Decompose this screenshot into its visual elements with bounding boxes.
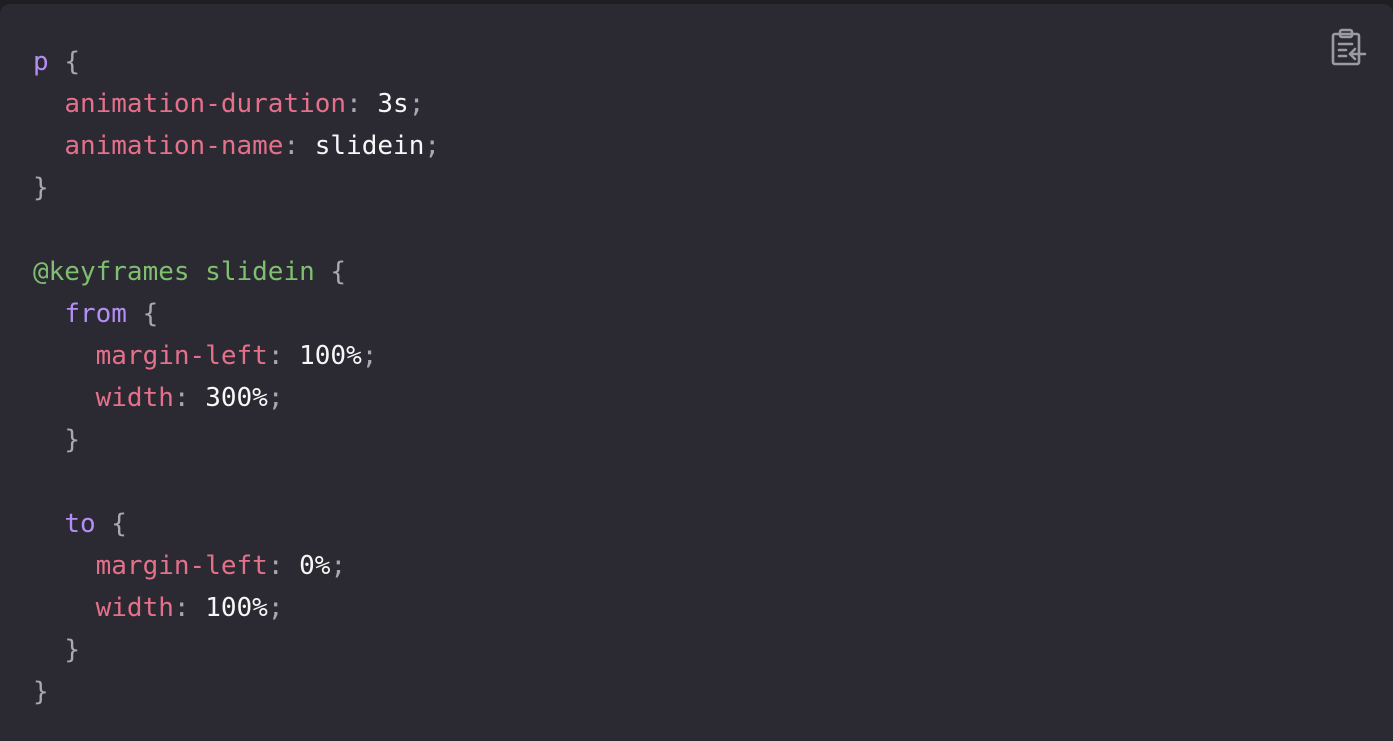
code-line: } xyxy=(33,629,440,671)
value: slidein xyxy=(314,131,425,161)
close-brace: } xyxy=(64,425,80,455)
colon: : xyxy=(267,341,284,371)
code-line: @keyframes slidein { xyxy=(33,251,440,293)
code-content: p { animation-duration: 3s; animation-na… xyxy=(33,41,440,713)
close-brace: } xyxy=(33,173,49,203)
close-brace: } xyxy=(64,635,80,665)
value: 100% xyxy=(299,341,362,371)
open-brace: { xyxy=(142,299,159,329)
copy-button[interactable] xyxy=(1327,26,1371,70)
semicolon: ; xyxy=(267,593,284,623)
code-line: animation-name: slidein; xyxy=(33,125,440,167)
selector: p xyxy=(33,47,49,77)
open-brace: { xyxy=(64,47,80,77)
code-line: margin-left: 100%; xyxy=(33,335,440,377)
semicolon: ; xyxy=(361,341,378,371)
keyframe-selector: to xyxy=(64,509,96,539)
value: 100% xyxy=(205,593,268,623)
code-line: width: 100%; xyxy=(33,587,440,629)
code-line: p { xyxy=(33,41,440,83)
code-line: from { xyxy=(33,293,440,335)
at-rule: @keyframes slidein xyxy=(33,257,315,287)
clipboard-copy-icon xyxy=(1330,28,1368,68)
code-line: } xyxy=(33,419,440,461)
close-brace: } xyxy=(33,677,49,707)
value: 3s xyxy=(377,89,409,119)
semicolon: ; xyxy=(408,89,425,119)
colon: : xyxy=(267,551,284,581)
open-brace: { xyxy=(330,257,347,287)
open-brace: { xyxy=(111,509,127,539)
code-line: } xyxy=(33,671,440,713)
semicolon: ; xyxy=(330,551,347,581)
property: width xyxy=(95,593,174,623)
property: margin-left xyxy=(95,341,268,371)
property: width xyxy=(95,383,174,413)
property: animation-name xyxy=(64,131,284,161)
code-line: animation-duration: 3s; xyxy=(33,83,440,125)
colon: : xyxy=(346,89,362,119)
semicolon: ; xyxy=(267,383,284,413)
colon: : xyxy=(173,593,190,623)
property: animation-duration xyxy=(64,89,347,119)
semicolon: ; xyxy=(424,131,441,161)
colon: : xyxy=(283,131,300,161)
value: 300% xyxy=(205,383,268,413)
code-line: width: 300%; xyxy=(33,377,440,419)
code-block: p { animation-duration: 3s; animation-na… xyxy=(0,4,1393,741)
property: margin-left xyxy=(95,551,268,581)
colon: : xyxy=(173,383,190,413)
keyframe-selector: from xyxy=(64,299,127,329)
code-line: to { xyxy=(33,503,440,545)
code-line: } xyxy=(33,167,440,209)
value: 0% xyxy=(299,551,331,581)
code-line: margin-left: 0%; xyxy=(33,545,440,587)
